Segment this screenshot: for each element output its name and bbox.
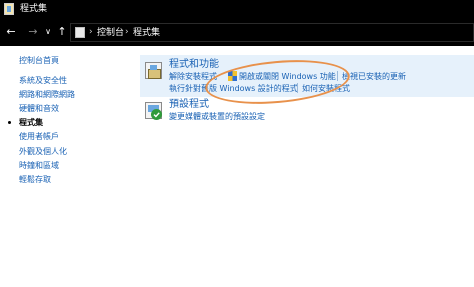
sidebar-item-network-internet[interactable]: 網路和網際網路 [19,89,75,100]
sidebar-item-ease-of-access[interactable]: 輕鬆存取 [19,174,51,185]
back-button[interactable]: ← [4,24,18,40]
navigation-bar: ← → ∨ ↑ › 控制台 › 程式集 [0,20,474,46]
sidebar-item-hardware-sound[interactable]: 硬體和音效 [19,103,59,114]
current-item-bullet [8,121,11,124]
sidebar-item-clock-region[interactable]: 時鐘和區域 [19,160,59,171]
recent-locations-button[interactable]: ∨ [41,24,55,40]
sidebar: 控制台首頁 系統及安全性 網路和網際網路 硬體和音效 程式集 使用者帳戶 外觀及… [0,46,130,287]
breadcrumb-programs[interactable]: 程式集 [133,27,160,39]
sidebar-item-control-panel-home[interactable]: 控制台首頁 [19,55,59,66]
sidebar-item-programs: 程式集 [19,118,43,127]
title-bar: 程式集 [0,0,474,20]
window-title: 程式集 [20,4,48,14]
programs-folder-icon [4,3,14,15]
checkmark-icon [151,109,162,120]
breadcrumb-separator[interactable]: › [89,26,93,39]
programs-features-title[interactable]: 程式和功能 [169,58,219,71]
change-media-defaults-link[interactable]: 變更媒體或裝置的預設設定 [169,111,265,122]
breadcrumb-control-panel[interactable]: 控制台 [97,27,124,39]
sidebar-item-appearance[interactable]: 外觀及個人化 [19,146,67,157]
sidebar-item-user-accounts[interactable]: 使用者帳戶 [19,131,59,142]
default-programs-title[interactable]: 預設程式 [169,98,209,111]
up-button[interactable]: ↑ [55,24,69,40]
view-installed-updates-link[interactable]: 檢視已安裝的更新 [342,71,406,82]
programs-features-icon [145,62,162,79]
control-panel-icon [75,27,85,38]
address-bar[interactable]: › 控制台 › 程式集 [70,23,474,42]
forward-button[interactable]: → [26,24,40,40]
breadcrumb-separator[interactable]: › [125,26,129,39]
sidebar-item-system-security[interactable]: 系統及安全性 [19,75,67,86]
